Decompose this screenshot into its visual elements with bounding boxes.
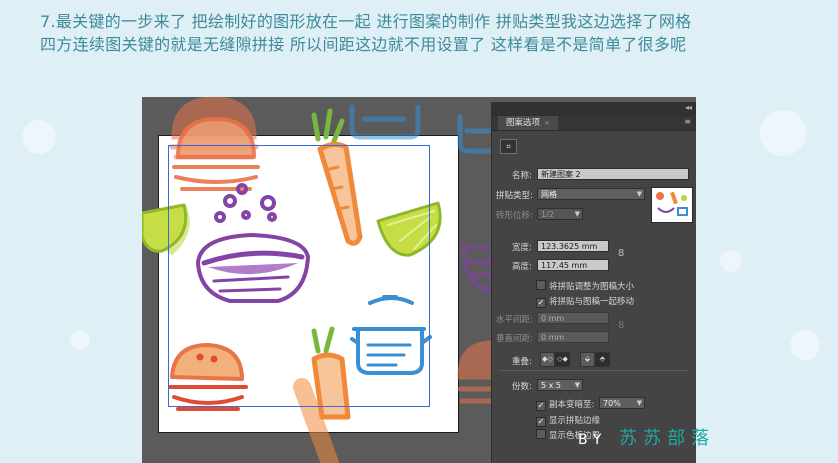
width-label: 宽度: (512, 243, 532, 253)
overlap-label: 重叠: (512, 357, 532, 367)
name-label: 名称: (512, 171, 532, 181)
preview-art (656, 191, 688, 216)
dim-copies-value: 70% (603, 399, 621, 408)
checkbox-box[interactable] (536, 280, 546, 290)
collapse-panel-icon[interactable]: ◂◂ (685, 103, 692, 112)
chevron-down-icon: ▼ (636, 399, 642, 407)
move-tile-with-art-label: 将拼贴与图稿一起移动 (549, 297, 635, 307)
brand-name: 苏苏部落 (619, 428, 716, 449)
tile-type-select[interactable]: 网格 ▼ (537, 188, 645, 200)
bowl-illustration (196, 183, 310, 303)
overlap-left-in-front-button[interactable]: ◆◇ (540, 352, 555, 367)
v-spacing-label: 垂直间距: (496, 334, 533, 344)
copies-value: 5 x 5 (541, 381, 561, 390)
background-bubble (790, 330, 820, 360)
chevron-down-icon: ▼ (574, 381, 580, 389)
name-field[interactable]: 新建图案 2 (537, 168, 689, 180)
size-tile-to-art-checkbox[interactable]: 将拼贴调整为图稿大小 (536, 280, 634, 292)
overlap-right-in-front-button[interactable]: ◇◆ (555, 352, 570, 367)
pattern-options-panel: ◂◂ 图案选项 × ≡ ⌗ 名称: 新建图案 2 拼贴类型: 网格 ▼ 砖形位移: … (491, 102, 696, 463)
background-bubble (720, 250, 742, 272)
chevron-down-icon: ▼ (636, 190, 642, 198)
brick-offset-select[interactable]: 1/2 ▼ (537, 208, 583, 220)
pot-repeat-top (349, 104, 421, 140)
checkbox-box[interactable]: ✓ (536, 401, 546, 411)
copies-label: 份数: (512, 382, 532, 392)
tile-preview-thumbnail (651, 187, 693, 223)
link-spacing-icon[interactable]: 8 (618, 320, 624, 331)
caption-line-2: 四方连续图关键的就是无缝隙拼接 所以间距这边就不用设置了 这样看是不是简单了很多… (40, 35, 687, 54)
brick-offset-value: 1/2 (541, 210, 554, 219)
checkbox-box[interactable]: ✓ (536, 298, 546, 308)
brand-prefix: BY (578, 432, 608, 448)
tab-label: 图案选项 (506, 118, 541, 128)
pot-illustration (350, 295, 432, 375)
h-spacing-field[interactable]: 0 mm (537, 312, 609, 324)
width-field[interactable]: 123.3625 mm (537, 240, 609, 252)
panel-titlebar[interactable]: ◂◂ (492, 102, 696, 116)
checkbox-box[interactable] (536, 429, 546, 439)
bowl-repeat-right (461, 244, 495, 294)
chevron-down-icon: ▼ (574, 210, 580, 218)
h-spacing-label: 水平间距: (496, 315, 533, 325)
burger-illustration-top (172, 117, 260, 191)
dim-copies-label: 副本变暗至: (549, 400, 595, 410)
background-bubble (70, 330, 90, 350)
tutorial-caption: 7.最关键的一步来了 把绘制好的图形放在一起 进行图案的制作 拼贴类型我这边选择… (40, 10, 830, 56)
caption-line-1: 7.最关键的一步来了 把绘制好的图形放在一起 进行图案的制作 拼贴类型我这边选择… (40, 12, 692, 31)
burger-illustration-bottom (168, 343, 248, 411)
v-spacing-field[interactable]: 0 mm (537, 331, 609, 343)
pattern-tile-tool-button[interactable]: ⌗ (500, 139, 517, 154)
brick-offset-label: 砖形位移: (496, 211, 533, 221)
checkbox-box[interactable]: ✓ (536, 417, 546, 427)
dim-copies-select[interactable]: 70% ▼ (599, 397, 645, 409)
move-tile-with-art-checkbox[interactable]: ✓ 将拼贴与图稿一起移动 (536, 295, 634, 308)
brand-watermark: BY 苏苏部落 (578, 424, 715, 450)
background-bubble (22, 120, 56, 154)
link-proportions-icon[interactable]: 8 (618, 248, 624, 259)
panel-menu-icon[interactable]: ≡ (684, 117, 691, 126)
tile-type-value: 网格 (541, 190, 557, 199)
burger-repeat-right (457, 340, 495, 404)
height-field[interactable]: 117.45 mm (537, 259, 609, 271)
height-label: 高度: (512, 262, 532, 272)
overlap-top-in-front-button[interactable]: ⬙ (580, 352, 595, 367)
size-tile-to-art-label: 将拼贴调整为图稿大小 (549, 282, 635, 292)
lime-illustration (376, 201, 442, 257)
tab-close-icon[interactable]: × (544, 119, 550, 127)
tab-pattern-options[interactable]: 图案选项 × (498, 116, 558, 130)
illustrator-screenshot: ◂◂ 图案选项 × ≡ ⌗ 名称: 新建图案 2 拼贴类型: 网格 ▼ 砖形位移: … (142, 97, 696, 463)
carrot-illustration-bottom (311, 326, 351, 420)
overlap-bottom-in-front-button[interactable]: ⬘ (595, 352, 610, 367)
copies-select[interactable]: 5 x 5 ▼ (537, 379, 583, 391)
background-bubble (760, 110, 806, 156)
panel-divider (498, 370, 688, 371)
panel-tabbar: 图案选项 × ≡ (492, 116, 696, 131)
dim-copies-checkbox[interactable]: ✓ 副本变暗至: (536, 398, 594, 411)
tile-type-label: 拼贴类型: (496, 191, 533, 201)
